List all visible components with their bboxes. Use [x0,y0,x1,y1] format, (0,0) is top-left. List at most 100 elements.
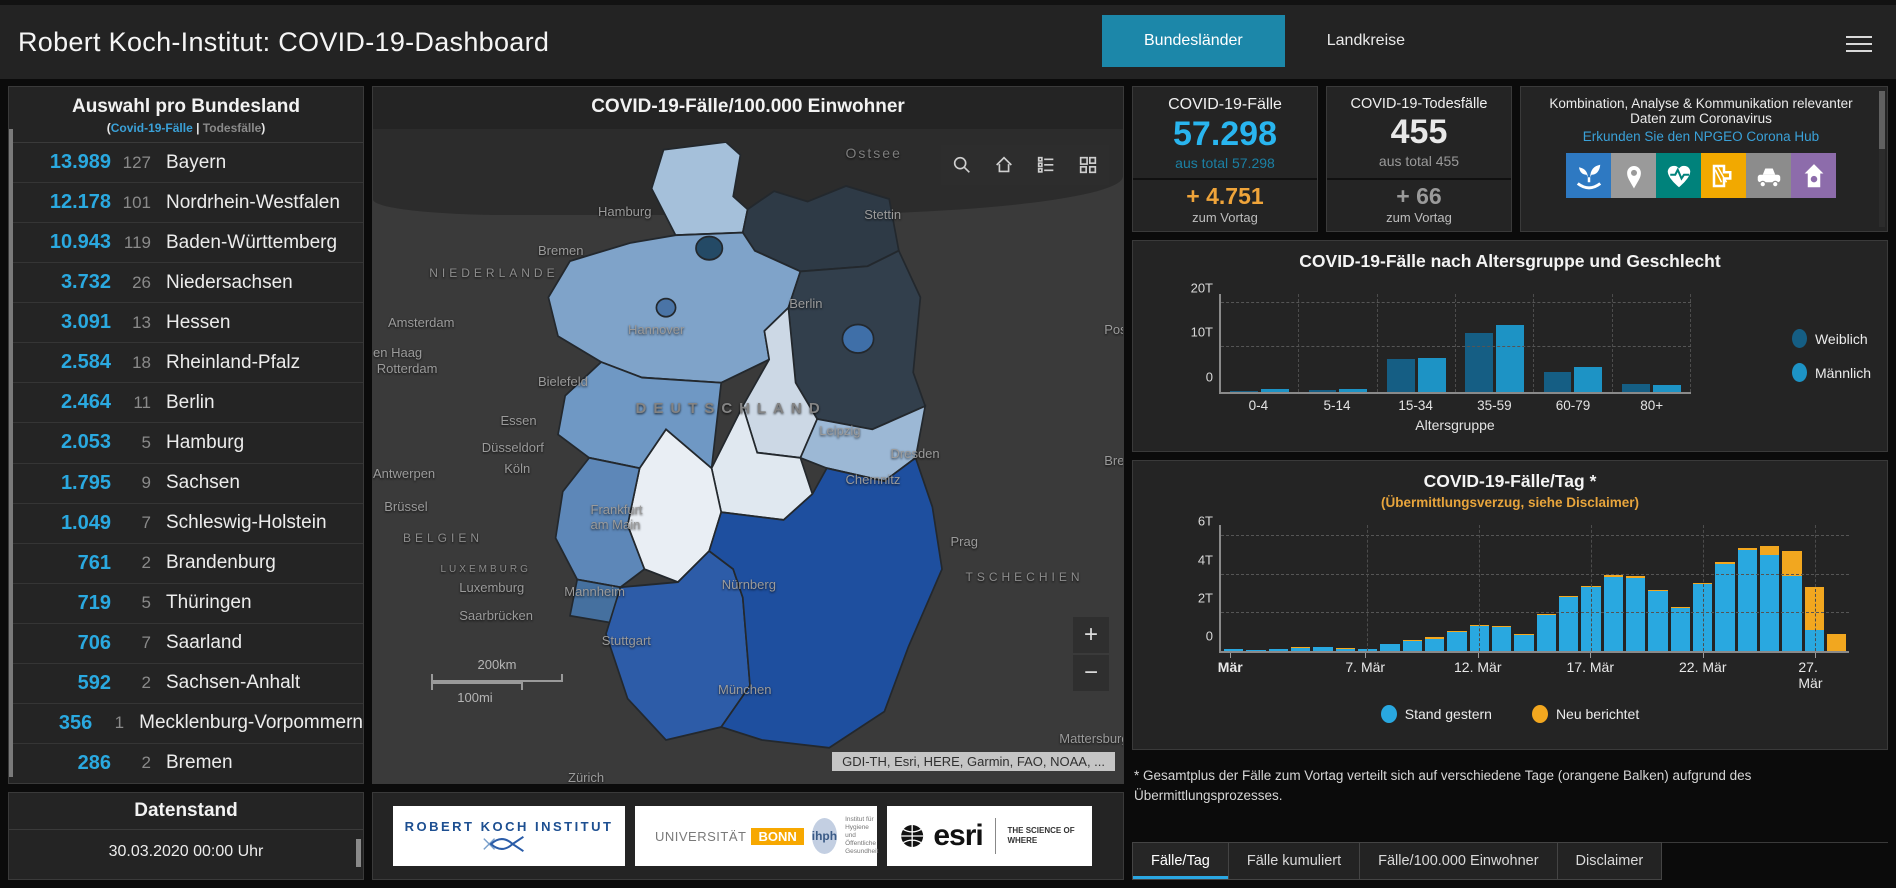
age-bar-weiblich[interactable] [1622,384,1650,392]
state-cases: 10.943 [19,231,111,254]
state-row[interactable]: 7612Brandenburg [9,544,363,584]
bell-tower-icon[interactable] [1791,153,1836,198]
daily-bar[interactable] [1760,525,1779,651]
daily-bar[interactable] [1492,525,1511,651]
daily-bar[interactable] [1246,525,1265,651]
map-pin-icon[interactable] [1611,153,1656,198]
map-label: TSCHECHIEN [966,570,1084,584]
state-row[interactable]: 10.943119Baden-Württemberg [9,223,363,263]
daily-bar[interactable] [1269,525,1288,651]
daily-bar[interactable] [1380,525,1399,651]
age-bar-weiblich[interactable] [1544,372,1572,392]
search-icon[interactable] [941,145,983,185]
age-bar-weiblich[interactable] [1465,333,1493,392]
state-row[interactable]: 3.09113Hessen [9,303,363,343]
daily-bar[interactable] [1224,525,1243,651]
state-row[interactable]: 7067Saarland [9,624,363,664]
state-row[interactable]: 2.58418Rheinland-Pfalz [9,343,363,383]
daily-bar[interactable] [1425,525,1444,651]
state-row[interactable]: 3.73226Niedersachsen [9,263,363,303]
daily-bar[interactable] [1805,525,1824,651]
filter-deaths-link[interactable]: Todesfälle [203,121,261,135]
daily-bar-stand [1648,591,1667,651]
bottom-tab-disclaimer[interactable]: Disclaimer [1558,842,1663,880]
basemap-layers-icon[interactable] [1067,145,1109,185]
age-ytick-label: 10T [1191,325,1213,340]
uni-bonn-city: BONN [751,828,803,845]
esri-logo[interactable]: esri THE SCIENCE OF WHERE [887,806,1092,866]
daily-bar[interactable] [1313,525,1332,651]
daily-bar[interactable] [1827,525,1846,651]
left-column: Auswahl pro Bundesland (Covid-19-Fälle |… [8,86,364,880]
bottom-tab-f-lle-kumuliert[interactable]: Fälle kumuliert [1229,842,1360,880]
daily-bar[interactable] [1447,525,1466,651]
state-row[interactable]: 2.0535Hamburg [9,423,363,463]
state-row[interactable]: 1.7959Sachsen [9,464,363,504]
legend-label: Männlich [1815,365,1871,381]
daily-bar[interactable] [1671,525,1690,651]
age-bar-männlich[interactable] [1261,389,1289,392]
map-canvas[interactable]: OstseeNIEDERLANDEHamburgStettinBremenBer… [373,129,1123,783]
zoom-out-button[interactable]: − [1073,655,1109,691]
age-bar-männlich[interactable] [1418,358,1446,392]
traffic-cars-icon[interactable] [1746,153,1791,198]
age-bar-weiblich[interactable] [1387,359,1415,392]
nature-hand-icon[interactable] [1566,153,1611,198]
bottom-tab-f-lle-tag[interactable]: Fälle/Tag [1132,842,1229,880]
filter-cases-link[interactable]: Covid-19-Fälle [111,121,193,135]
age-bar-männlich[interactable] [1653,385,1681,392]
state-row[interactable]: 5922Sachsen-Anhalt [9,664,363,704]
state-row[interactable]: 2862Bremen [9,744,363,783]
state-hamburg[interactable] [696,237,722,260]
state-deaths: 2 [111,673,151,693]
daily-bar[interactable] [1514,525,1533,651]
age-bar-männlich[interactable] [1574,367,1602,392]
legend-list-icon[interactable] [1025,145,1067,185]
map-puzzle-icon[interactable] [1701,153,1746,198]
bottom-tab-f-lle-100-000-einwohner[interactable]: Fälle/100.000 Einwohner [1360,842,1557,880]
state-row[interactable]: 13.989127Bayern [9,143,363,183]
state-schleswig-holstein[interactable] [651,142,747,235]
state-list-scrollbar[interactable] [9,129,13,777]
state-berlin[interactable] [842,325,873,353]
daily-bar[interactable] [1626,525,1645,651]
daily-bar[interactable] [1782,525,1801,651]
state-row[interactable]: 1.0497Schleswig-Holstein [9,504,363,544]
daily-bar[interactable] [1604,525,1623,651]
map-title: COVID-19-Fälle/100.000 Einwohner [373,87,1123,126]
daily-bar[interactable] [1648,525,1667,651]
daily-bar[interactable] [1403,525,1422,651]
state-cases: 356 [19,712,92,735]
health-heart-icon[interactable] [1656,153,1701,198]
datenstand-scrollbar[interactable] [356,839,361,867]
daily-ytick-label: 4T [1198,552,1213,567]
state-row[interactable]: 2.46411Berlin [9,383,363,423]
daily-bar[interactable] [1559,525,1578,651]
tab-landkreise[interactable]: Landkreise [1285,15,1447,67]
state-name: Bremen [166,752,233,774]
zoom-in-button[interactable]: + [1073,617,1109,653]
menu-icon[interactable] [1846,31,1872,57]
home-icon[interactable] [983,145,1025,185]
state-bremen[interactable] [656,299,675,317]
state-row[interactable]: 12.178101Nordrhein-Westfalen [9,183,363,223]
daily-bar[interactable] [1336,525,1355,651]
uni-bonn-logo[interactable]: UNIVERSITÄT BONN ihph Institut für Hygie… [635,806,877,866]
state-row[interactable]: 7195Thüringen [9,584,363,624]
datenstand-value: 30.03.2020 00:00 Uhr [9,830,363,861]
age-bar-weiblich[interactable] [1309,390,1337,392]
daily-bar-stand [1760,555,1779,651]
state-name: Niedersachsen [166,272,293,294]
age-bar-männlich[interactable] [1496,325,1524,392]
daily-bar[interactable] [1738,525,1757,651]
state-row[interactable]: 3561Mecklenburg-Vorpommern [9,704,363,744]
age-bar-weiblich[interactable] [1230,391,1258,392]
npgeo-hub-link[interactable]: Erkunden Sie den NPGEO Corona Hub [1531,129,1871,144]
age-bar-männlich[interactable] [1339,389,1367,392]
rki-logo[interactable]: ROBERT KOCH INSTITUT [393,806,625,866]
tab-bundeslaender[interactable]: Bundesländer [1102,15,1285,67]
daily-bar[interactable] [1715,525,1734,651]
daily-bar[interactable] [1537,525,1556,651]
npgeo-scrollbar[interactable] [1879,91,1885,227]
daily-bar[interactable] [1291,525,1310,651]
